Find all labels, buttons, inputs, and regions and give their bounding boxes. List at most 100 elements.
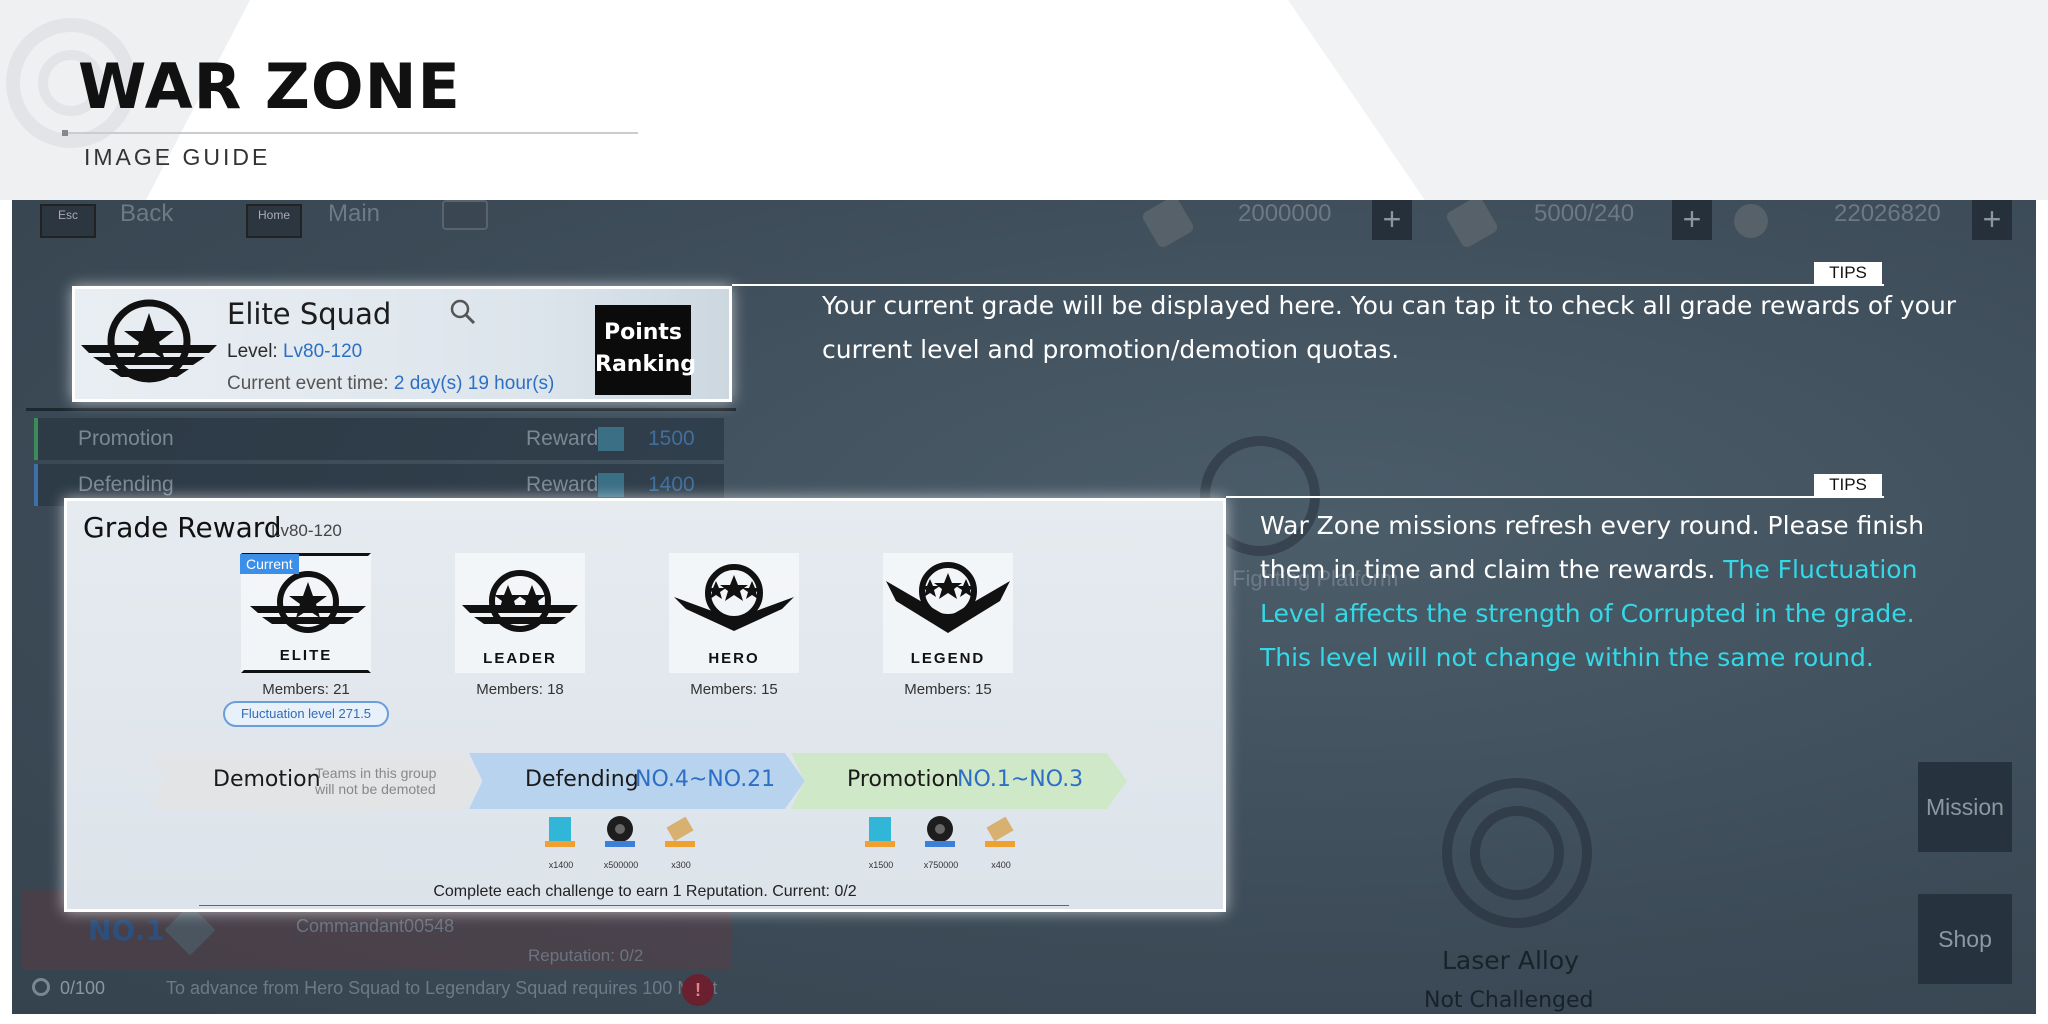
add-alloy-button[interactable]: + — [1672, 200, 1712, 240]
legend-emblem-icon — [886, 562, 1010, 633]
level-value: Lv80-120 — [282, 341, 363, 362]
tier-legend[interactable]: LEGEND Members: 15 — [883, 553, 1013, 698]
tier-members: Members: 21 — [262, 681, 350, 698]
help-icon[interactable] — [442, 200, 488, 230]
reward-item-icon — [598, 473, 624, 497]
item-quantity: x300 — [671, 860, 691, 870]
supply-crate-icon — [865, 817, 895, 847]
tips-highlight: The Fluctuation — [1723, 555, 1918, 584]
promotion-row: Promotion Reward 1500 — [34, 418, 724, 460]
reward-label: Reward — [526, 473, 599, 496]
demotion-band: Demotion Teams in this group will not be … — [151, 753, 483, 809]
tier-name: LEADER — [483, 650, 557, 667]
title-divider — [64, 132, 638, 134]
demotion-note-line: Teams in this group — [315, 765, 437, 781]
back-button[interactable]: Back — [120, 200, 173, 228]
demotion-label: Demotion — [213, 767, 321, 792]
tips-tag: TIPS — [1814, 474, 1882, 496]
merit-value: 0/100 — [60, 978, 106, 998]
alloy-bar-icon — [985, 816, 1015, 847]
add-coin-button[interactable]: + — [1972, 200, 2012, 240]
item-quantity: x1400 — [548, 860, 574, 870]
reward-value: 1500 — [648, 427, 695, 450]
item-quantity: x400 — [991, 860, 1011, 870]
guide-header: WAR ZONE IMAGE GUIDE — [0, 0, 2048, 200]
tips-line: them in time and claim the rewards. The … — [1260, 548, 1924, 592]
defending-range: NO.4~NO.21 — [635, 767, 776, 792]
promotion-band: Promotion NO.1~NO.3 — [791, 753, 1127, 809]
reward-value: 1400 — [648, 473, 695, 496]
fluctuation-level-badge[interactable]: Fluctuation level 271.5 — [223, 701, 389, 727]
grade-reward-title: Grade Reward — [83, 511, 282, 544]
tier-name: LEGEND — [910, 650, 986, 667]
alloy-bar-icon — [665, 816, 695, 847]
resource-value: 2000000 — [1238, 200, 1332, 227]
search-icon[interactable] — [450, 299, 476, 325]
tier-members: Members: 15 — [690, 681, 778, 698]
tips-text: Your current grade will be displayed her… — [822, 284, 1956, 372]
tips-text: War Zone missions refresh every round. P… — [1260, 504, 1924, 680]
defending-label: Defending — [78, 473, 174, 496]
tips-tag: TIPS — [1814, 262, 1882, 284]
reward-item[interactable]: x1500 — [861, 813, 901, 870]
main-button[interactable]: Main — [328, 200, 380, 228]
coin-icon — [1734, 204, 1768, 238]
merit-alert-icon[interactable]: ! — [682, 974, 714, 1006]
item-quantity: x500000 — [603, 860, 639, 870]
tier-badge: LEADER — [455, 553, 585, 673]
tips-highlight: Level affects the strength of Corrupted … — [1260, 599, 1915, 628]
tier-hero[interactable]: HERO Members: 15 — [669, 553, 799, 698]
event-time-value: 2 day(s) 19 hour(s) — [393, 373, 555, 394]
tips-line: War Zone missions refresh every round. P… — [1260, 511, 1925, 540]
reward-item[interactable]: x400 — [981, 813, 1021, 870]
event-time: Current event time: 2 day(s) 19 hour(s) — [227, 373, 554, 395]
tips-connector-line — [1226, 496, 1884, 498]
promotion-label: Promotion — [847, 767, 959, 792]
squad-grade-card[interactable]: Elite Squad Level: Lv80-120 Current even… — [72, 286, 732, 402]
tier-elite[interactable]: ELITE Current Members: 21 — [240, 553, 371, 698]
reward-item[interactable]: x300 — [661, 813, 701, 870]
reputation-text: Reputation: 0/2 — [528, 946, 644, 965]
divider — [199, 905, 1069, 906]
add-fuel-button[interactable]: + — [1372, 200, 1412, 240]
reward-item[interactable]: x1400 — [541, 813, 581, 870]
rank-number: NO.1 — [88, 914, 165, 947]
points-ranking-button[interactable]: Points Ranking — [595, 305, 696, 395]
map-marker-inner-icon — [1470, 806, 1564, 900]
reward-label: Reward — [526, 427, 599, 450]
resource-value: 5000/240 — [1534, 200, 1635, 227]
promotion-range: NO.1~NO.3 — [957, 767, 1084, 792]
title-divider-dot — [62, 130, 68, 136]
commandant-name: Commandant00548 — [296, 916, 455, 936]
tips-line: current level and promotion/demotion quo… — [822, 335, 1400, 364]
defending-band: Defending NO.4~NO.21 — [469, 753, 805, 809]
supply-crate-icon — [545, 817, 575, 847]
home-key-icon: Home — [246, 204, 302, 238]
laser-alloy-title: Laser Alloy — [1442, 946, 1579, 975]
tier-leader[interactable]: LEADER Members: 18 — [455, 553, 585, 698]
level-label: Level: — [227, 341, 278, 362]
grade-reward-level: Lv80-120 — [271, 521, 342, 540]
hero-emblem-icon — [674, 564, 794, 631]
demotion-note: Teams in this group will not be demoted — [315, 765, 436, 797]
tire-icon — [605, 816, 635, 847]
grade-reward-panel: Grade Reward Lv80-120 ELITE Current Memb… — [64, 498, 1226, 912]
demotion-note-line: will not be demoted — [315, 781, 436, 797]
squad-level: Level: Lv80-120 — [227, 341, 362, 363]
tier-name: ELITE — [279, 647, 333, 664]
event-time-label: Current event time: — [227, 373, 389, 394]
divider — [26, 408, 736, 411]
item-quantity: x1500 — [868, 860, 894, 870]
item-quantity: x750000 — [923, 860, 959, 870]
tier-badge: ELITE Current — [240, 553, 371, 673]
reward-item[interactable]: x750000 — [921, 813, 961, 870]
tier-members: Members: 15 — [904, 681, 992, 698]
mission-button[interactable]: Mission — [1918, 762, 2012, 852]
tire-icon — [925, 816, 955, 847]
elite-emblem-icon — [250, 571, 366, 633]
esc-key-icon: Esc — [40, 204, 96, 238]
laser-alloy-status: Not Challenged — [1424, 988, 1594, 1013]
reward-item[interactable]: x500000 — [601, 813, 641, 870]
merit-requirement-text: To advance from Hero Squad to Legendary … — [166, 978, 718, 998]
shop-button[interactable]: Shop — [1918, 894, 2012, 984]
